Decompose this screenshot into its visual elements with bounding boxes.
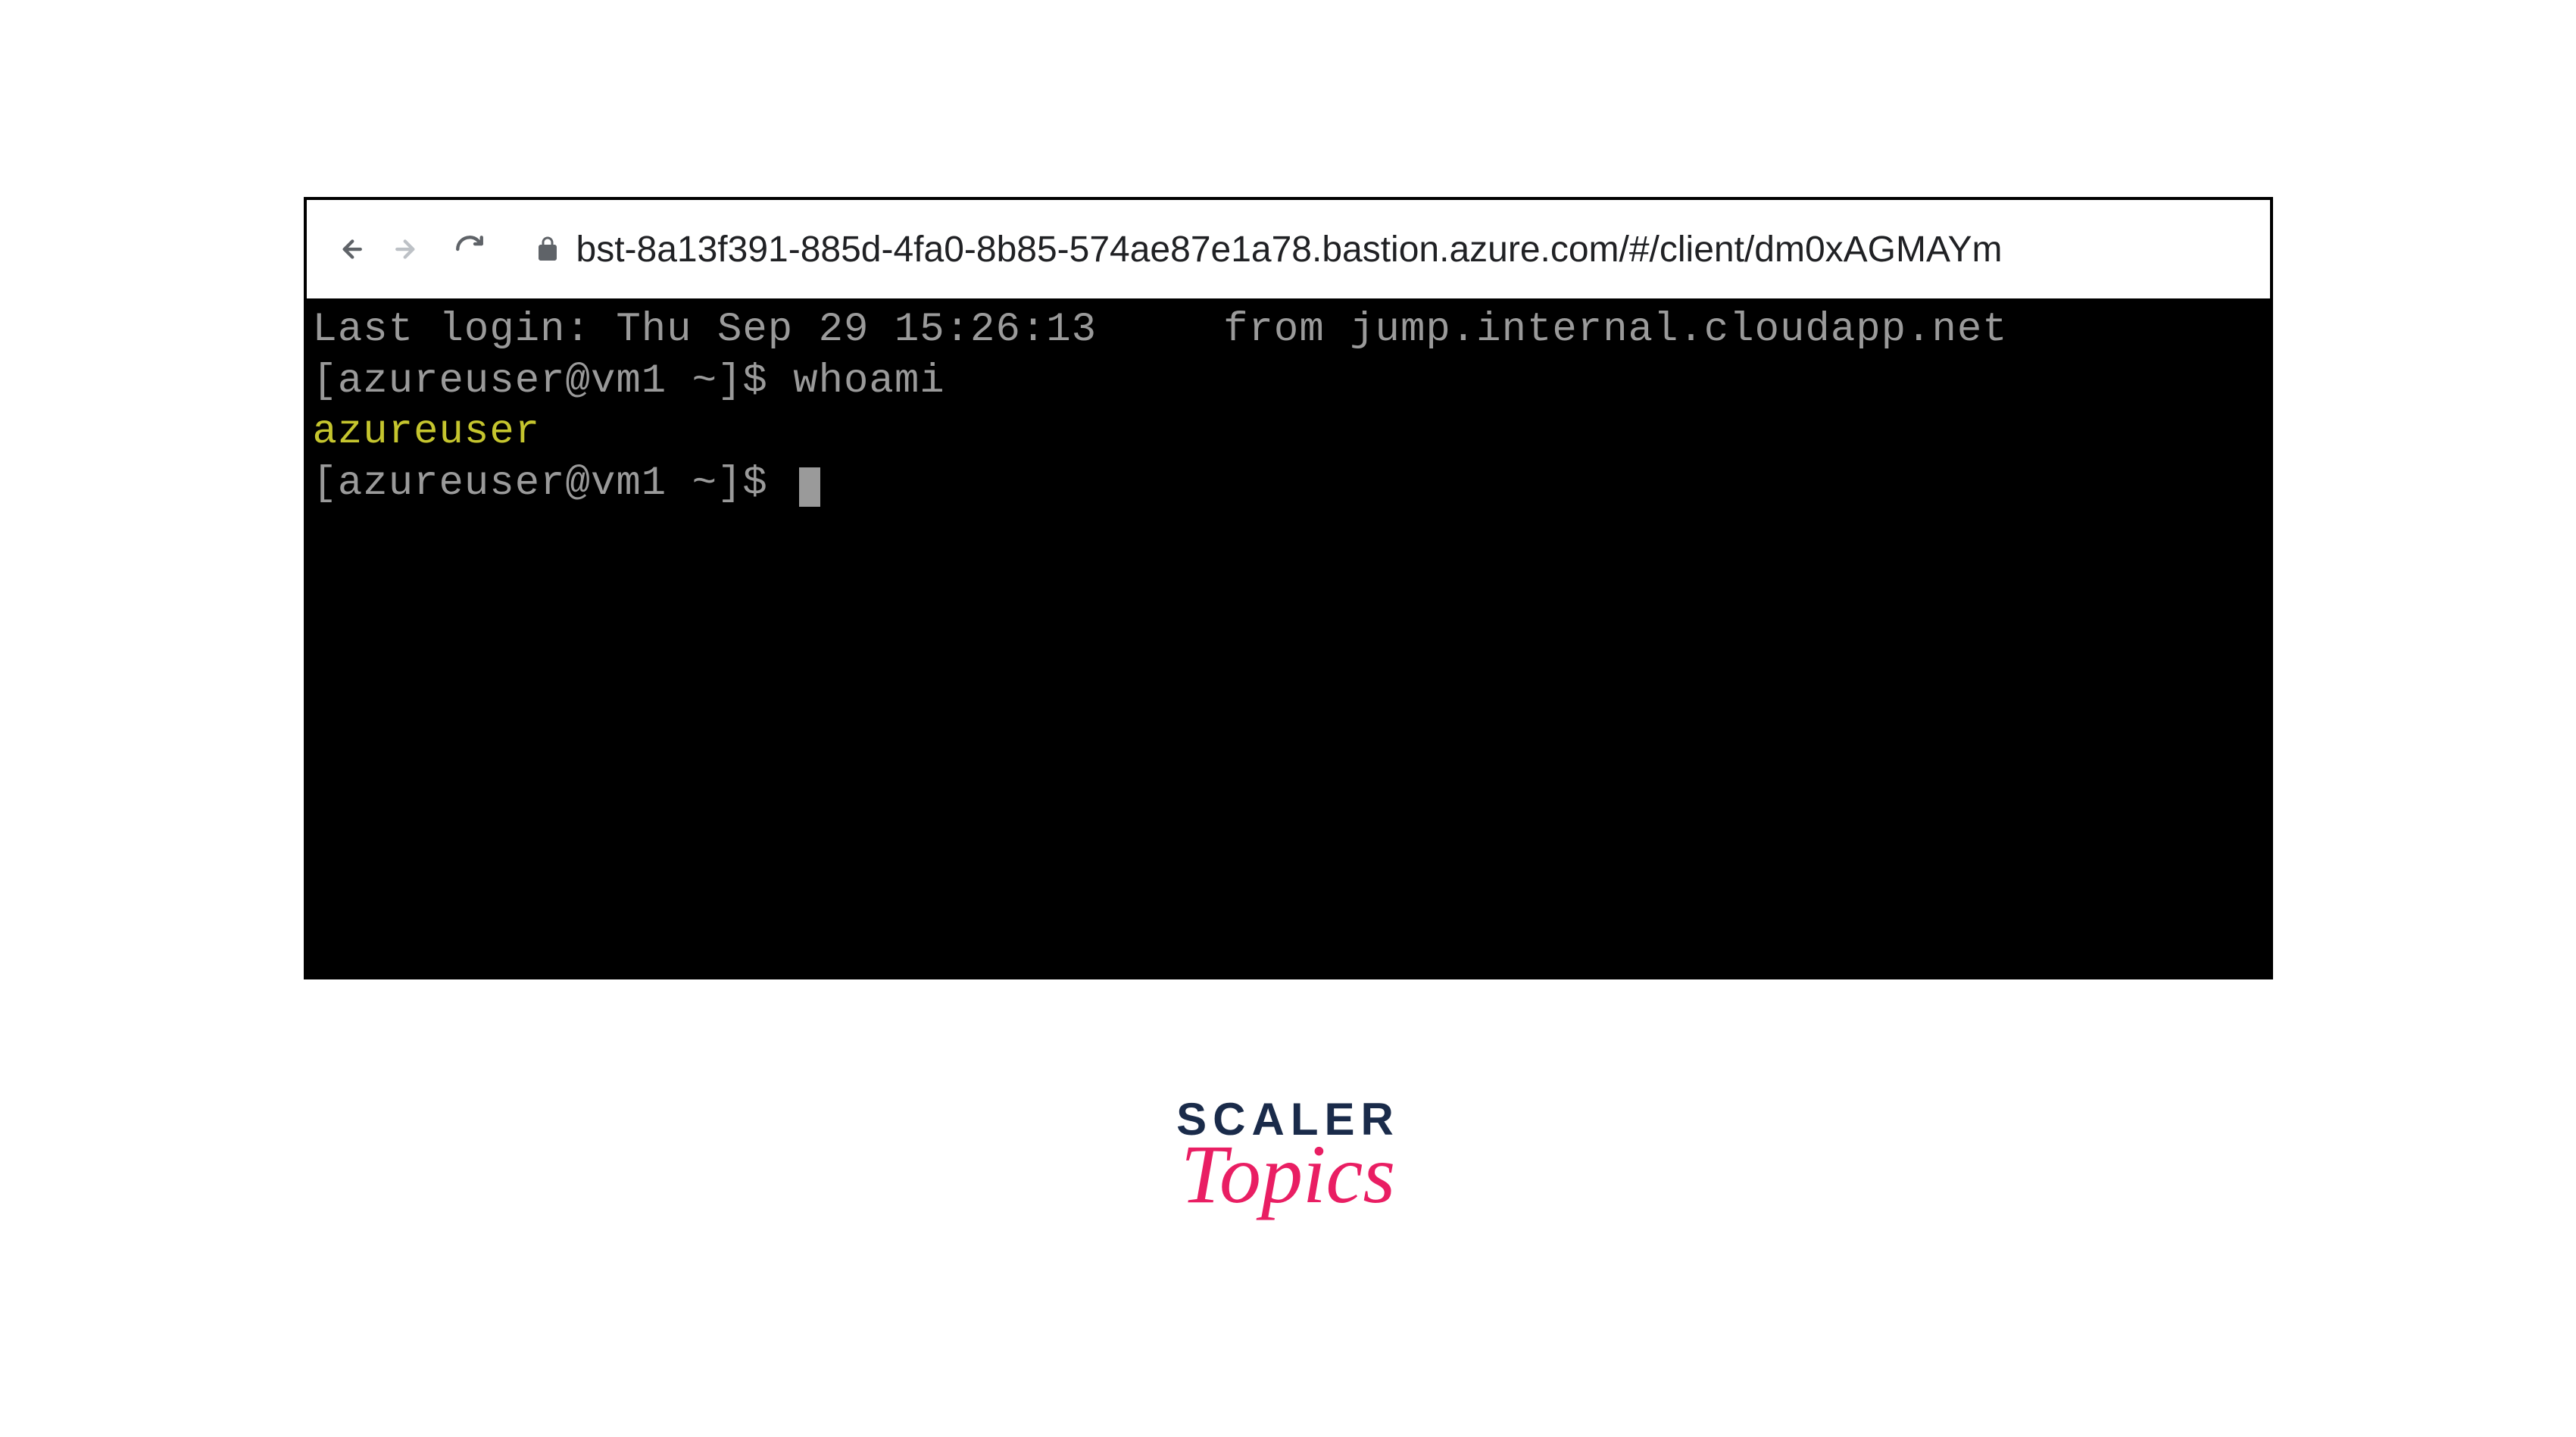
lock-icon <box>534 236 561 263</box>
terminal-cursor <box>799 467 820 507</box>
terminal-login-info: Last login: Thu Sep 29 15:26:13 from jum… <box>313 305 2264 356</box>
url-text: bst-8a13f391-885d-4fa0-8b85-574ae87e1a78… <box>576 229 2003 270</box>
back-button[interactable] <box>329 230 367 268</box>
terminal-command-line: [azureuser@vm1 ~]$ whoami <box>313 356 2264 408</box>
terminal-prompt-line: [azureuser@vm1 ~]$ <box>313 458 2264 510</box>
browser-window: bst-8a13f391-885d-4fa0-8b85-574ae87e1a78… <box>304 197 2273 979</box>
browser-toolbar: bst-8a13f391-885d-4fa0-8b85-574ae87e1a78… <box>307 200 2270 298</box>
terminal-output: azureuser <box>313 407 2264 458</box>
scaler-topics-logo: SCALER Topics <box>1176 1093 1400 1223</box>
terminal[interactable]: Last login: Thu Sep 29 15:26:13 from jum… <box>307 298 2270 976</box>
logo-topics-text: Topics <box>1181 1126 1395 1223</box>
address-bar[interactable]: bst-8a13f391-885d-4fa0-8b85-574ae87e1a78… <box>511 229 2247 270</box>
reload-button[interactable] <box>451 230 489 268</box>
forward-button[interactable] <box>390 230 428 268</box>
